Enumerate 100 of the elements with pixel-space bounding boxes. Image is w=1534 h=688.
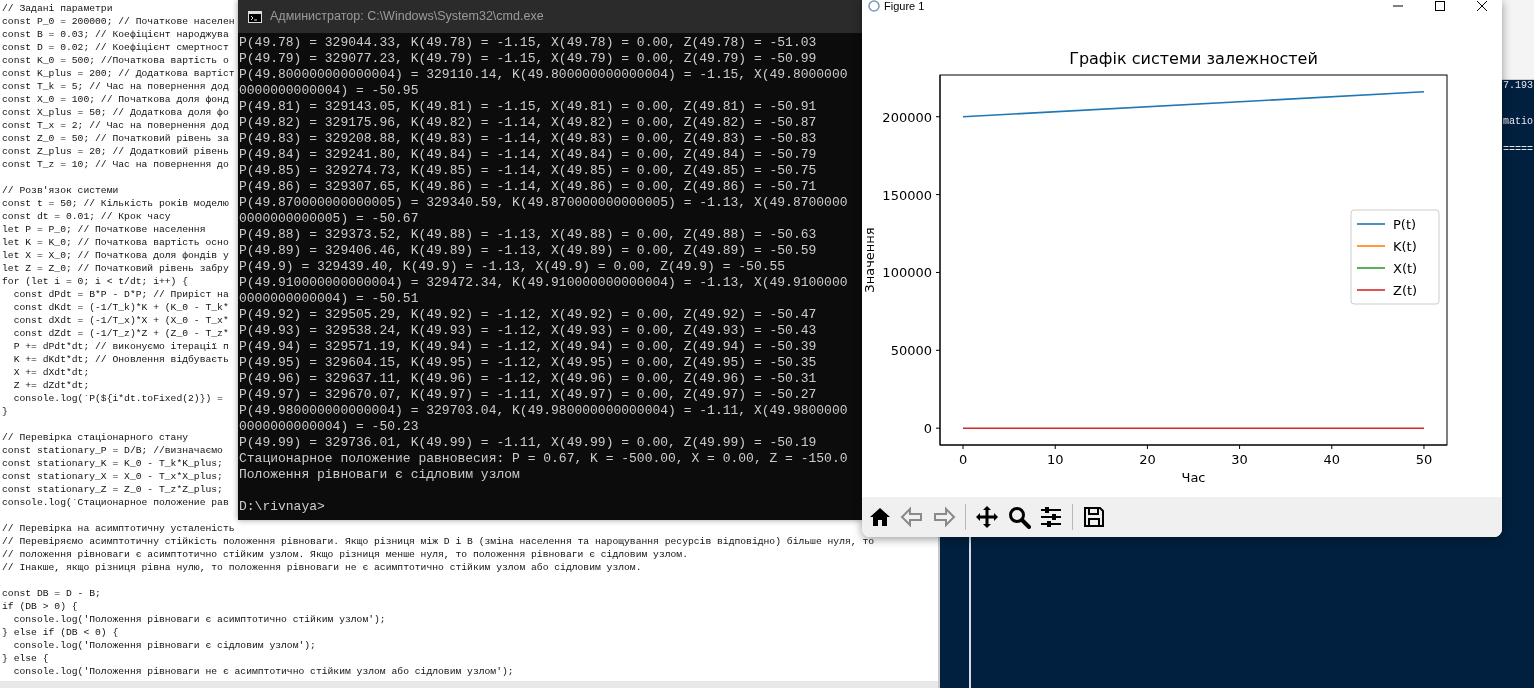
tick-label: 200000	[882, 109, 932, 125]
tick-label: 0	[958, 452, 968, 467]
code-line: console.log('Положення рівноваги є асимптотично стійким узлом');	[12, 612, 386, 626]
right-arrow-icon	[932, 505, 956, 529]
code-line: const stationary_X = X_0 - T_x*X_plus;	[2, 469, 223, 483]
terminal-text: 7.193	[1503, 80, 1533, 92]
console-line: 0000000000005) = -50.67	[239, 211, 419, 227]
console-line: P(49.83) = 329208.88, K(49.83) = -1.14, X(49.83) = 0.00, Z(49.83) = -50.83	[239, 131, 817, 147]
tick-label: 0	[923, 421, 932, 437]
code-line: console.log(`Стационарное положение рав	[2, 495, 229, 509]
console-line: P(49.88) = 329373.52, K(49.88) = -1.13, X(49.88) = 0.00, Z(49.88) = -50.63	[239, 227, 817, 243]
console-line: P(49.800000000000004) = 329110.14, K(49.800000000000004) = -1.15, X(49.8000000	[239, 67, 848, 83]
legend-label: K(t)	[1393, 239, 1417, 254]
axis-label: Час	[1181, 470, 1206, 485]
console-line: P(49.9) = 329439.40, K(49.9) = -1.13, X(49.9) = 0.00, Z(49.9) = -50.55	[239, 259, 786, 275]
console-line: Положення рівноваги є сідловим узлом	[239, 467, 520, 483]
code-line: const DB = D - B;	[2, 586, 101, 600]
code-line: // Інакше, якщо різниця рівна нулю, то положення рівноваги не є асимптотично стійким узлом або сідловим узлом.	[2, 560, 642, 574]
settings-icon	[1039, 505, 1063, 529]
legend-label: X(t)	[1393, 261, 1418, 276]
console-line: P(49.82) = 329175.96, K(49.82) = -1.14, X(49.82) = 0.00, Z(49.82) = -50.87	[239, 115, 817, 131]
code-line: const T_x = 2; // Час на повернення дод	[2, 118, 229, 132]
console-line: P(49.89) = 329406.46, K(49.89) = -1.13, X(49.89) = 0.00, Z(49.89) = -50.59	[239, 243, 817, 259]
console-line: P(49.94) = 329571.19, K(49.94) = -1.12, X(49.94) = 0.00, Z(49.94) = -50.39	[239, 339, 817, 355]
code-line: console.log('Положення рівноваги є сідловим узлом');	[12, 638, 316, 652]
terminal-text: =====	[1503, 144, 1533, 156]
tick-label: 50000	[890, 343, 932, 359]
console-line: P(49.870000000000005) = 329340.59, K(49.870000000000005) = -1.13, X(49.8700000	[239, 195, 848, 211]
tick-label: 30	[1231, 452, 1248, 467]
code-line: const dXdt = (-1/T_x)*X + (X_0 - T_x*	[12, 313, 229, 327]
code-line: // положення рівноваги є асимптотично стійким узлом. Якщо різниця менше нуля, то положення рівноваги є сідловим узлом.	[2, 547, 688, 561]
code-line: const Z_plus = 20; // Додатковий рівень	[2, 144, 229, 158]
move-icon	[975, 505, 999, 529]
legend-label: Z(t)	[1393, 283, 1418, 298]
console-line: P(49.84) = 329241.80, K(49.84) = -1.14, X(49.84) = 0.00, Z(49.84) = -50.79	[239, 147, 817, 163]
console-line: P(49.910000000000004) = 329472.34, K(49.910000000000004) = -1.13, X(49.9100000	[239, 275, 848, 291]
tick-label: 20	[1139, 452, 1156, 467]
console-line: P(49.97) = 329670.07, K(49.97) = -1.11, X(49.97) = 0.00, Z(49.97) = -50.27	[239, 387, 817, 403]
code-line: P += dPdt*dt; // виконуємо ітерації п	[12, 339, 229, 353]
code-line: for (let i = 0; i < t/dt; i++) {	[2, 274, 189, 288]
code-line: // Перевірка на асимптотичну усталеність	[2, 521, 235, 535]
console-line: Стационарное положение равновесия: P = 0.67, K = -500.00, X = 0.00, Z = -150.0	[239, 451, 848, 467]
code-line: // Перевірка стаціонарного стану	[2, 430, 189, 444]
code-line: const D = 0.02; // Коефіцієнт смертност	[2, 40, 229, 54]
console-line: P(49.980000000000004) = 329703.04, K(49.980000000000004) = -1.11, X(49.9800000	[239, 403, 848, 419]
console-line: P(49.86) = 329307.65, K(49.86) = -1.14, X(49.86) = 0.00, Z(49.86) = -50.71	[239, 179, 817, 195]
code-line: const stationary_P = D/B; //визначаємо	[2, 443, 223, 457]
code-line: const dKdt = (-1/T_k)*K + (K_0 - T_k*	[12, 300, 229, 314]
search-icon	[1007, 505, 1031, 529]
code-line: // Перевіряємо асимптотичну стійкість положення рівноваги. Якщо різниця між D і B (зміна населення та нарощування ресурсів відповідно) більше нуля, то	[2, 534, 875, 548]
close-icon[interactable]	[1476, 0, 1488, 12]
terminal-text: matio	[1503, 116, 1533, 128]
code-line: let P = P_0; // Початкове населення	[2, 222, 206, 236]
code-line: let X = X_0; // Початкова доля фондів у	[2, 248, 229, 262]
console-line: P(49.78) = 329044.33, K(49.78) = -1.15, X(49.78) = 0.00, Z(49.78) = -51.03	[239, 35, 817, 51]
console-line: P(49.96) = 329637.11, K(49.96) = -1.12, X(49.96) = 0.00, Z(49.96) = -50.31	[239, 371, 817, 387]
console-line: 0000000000004) = -50.95	[239, 83, 419, 99]
command-prompt[interactable]: D:\rivnaya>	[239, 499, 325, 515]
console-line: P(49.92) = 329505.29, K(49.92) = -1.12, X(49.92) = 0.00, Z(49.92) = -50.47	[239, 307, 817, 323]
code-line: const T_z = 10; // Час на повернення до	[2, 157, 229, 171]
code-line: const dZdt = (-1/T_z)*Z + (Z_0 - T_z*	[12, 326, 229, 340]
tick-label: 50	[1415, 452, 1433, 467]
code-line: console.log('Положення рівноваги не є асимптотично стійким узлом або сідловим узлом');	[12, 664, 514, 678]
console-line: P(49.95) = 329604.15, K(49.95) = -1.12, X(49.95) = 0.00, Z(49.95) = -50.35	[239, 355, 817, 371]
code-line: const X_0 = 100; // Початкова доля фонд	[2, 92, 229, 106]
scrollbar[interactable]	[0, 681, 938, 688]
code-line: const t = 50; // Кількість років моделю	[2, 196, 229, 210]
axis-label: Значення	[862, 227, 877, 293]
tick-label: 150000	[882, 187, 932, 203]
app-icon	[868, 0, 880, 12]
code-line: const P_0 = 200000; // Початкове населен	[2, 14, 235, 28]
code-line: } else if (DB < 0) {	[2, 625, 119, 639]
terminal-icon	[248, 10, 262, 23]
console-line: 0000000000004) = -50.23	[239, 419, 419, 435]
code-line: // Розв'язок системи	[2, 183, 119, 197]
console-line: P(49.99) = 329736.01, K(49.99) = -1.11, X(49.99) = 0.00, Z(49.99) = -50.19	[239, 435, 817, 451]
code-line: const dt = 0.01; // Крок часу	[2, 209, 171, 223]
window-title: Figure 1	[884, 0, 925, 12]
code-line: // Задані параметри	[2, 1, 113, 15]
code-line: const stationary_Z = Z_0 - T_z*Z_plus;	[2, 482, 223, 496]
code-line: const dPdt = B*P - D*P; // Приріст на	[12, 287, 229, 301]
code-line: const T_k = 5; // Час на повернення дод	[2, 79, 229, 93]
left-arrow-icon	[900, 505, 924, 529]
code-line: } else {	[2, 651, 49, 665]
tick-label: 40	[1323, 452, 1341, 467]
code-line: if (DB > 0) {	[2, 599, 78, 613]
save-icon	[1082, 505, 1106, 529]
code-line: Z += dZdt*dt;	[12, 378, 90, 392]
code-line: const stationary_K = K_0 - T_k*K_plus;	[2, 456, 223, 470]
code-line: const Z_0 = 50; // Початковий рівень за	[2, 131, 229, 145]
maximize-icon[interactable]	[1434, 0, 1446, 12]
chart-title: Графік системи залежностей	[1069, 49, 1318, 68]
code-line: const X_plus = 50; // Додаткова доля фо	[2, 105, 229, 119]
console-line: P(49.85) = 329274.73, K(49.85) = -1.14, X(49.85) = 0.00, Z(49.85) = -50.75	[239, 163, 817, 179]
legend-label: P(t)	[1393, 217, 1417, 232]
code-line: const B = 0.03; // Коефіцієнт народжува	[2, 27, 229, 41]
tick-label: 100000	[882, 265, 932, 281]
home-icon	[868, 505, 892, 529]
console-line: P(49.81) = 329143.05, K(49.81) = -1.15, X(49.81) = 0.00, Z(49.81) = -50.91	[239, 99, 817, 115]
code-line: const K_plus = 200; // Додаткова вартіст	[2, 66, 235, 80]
